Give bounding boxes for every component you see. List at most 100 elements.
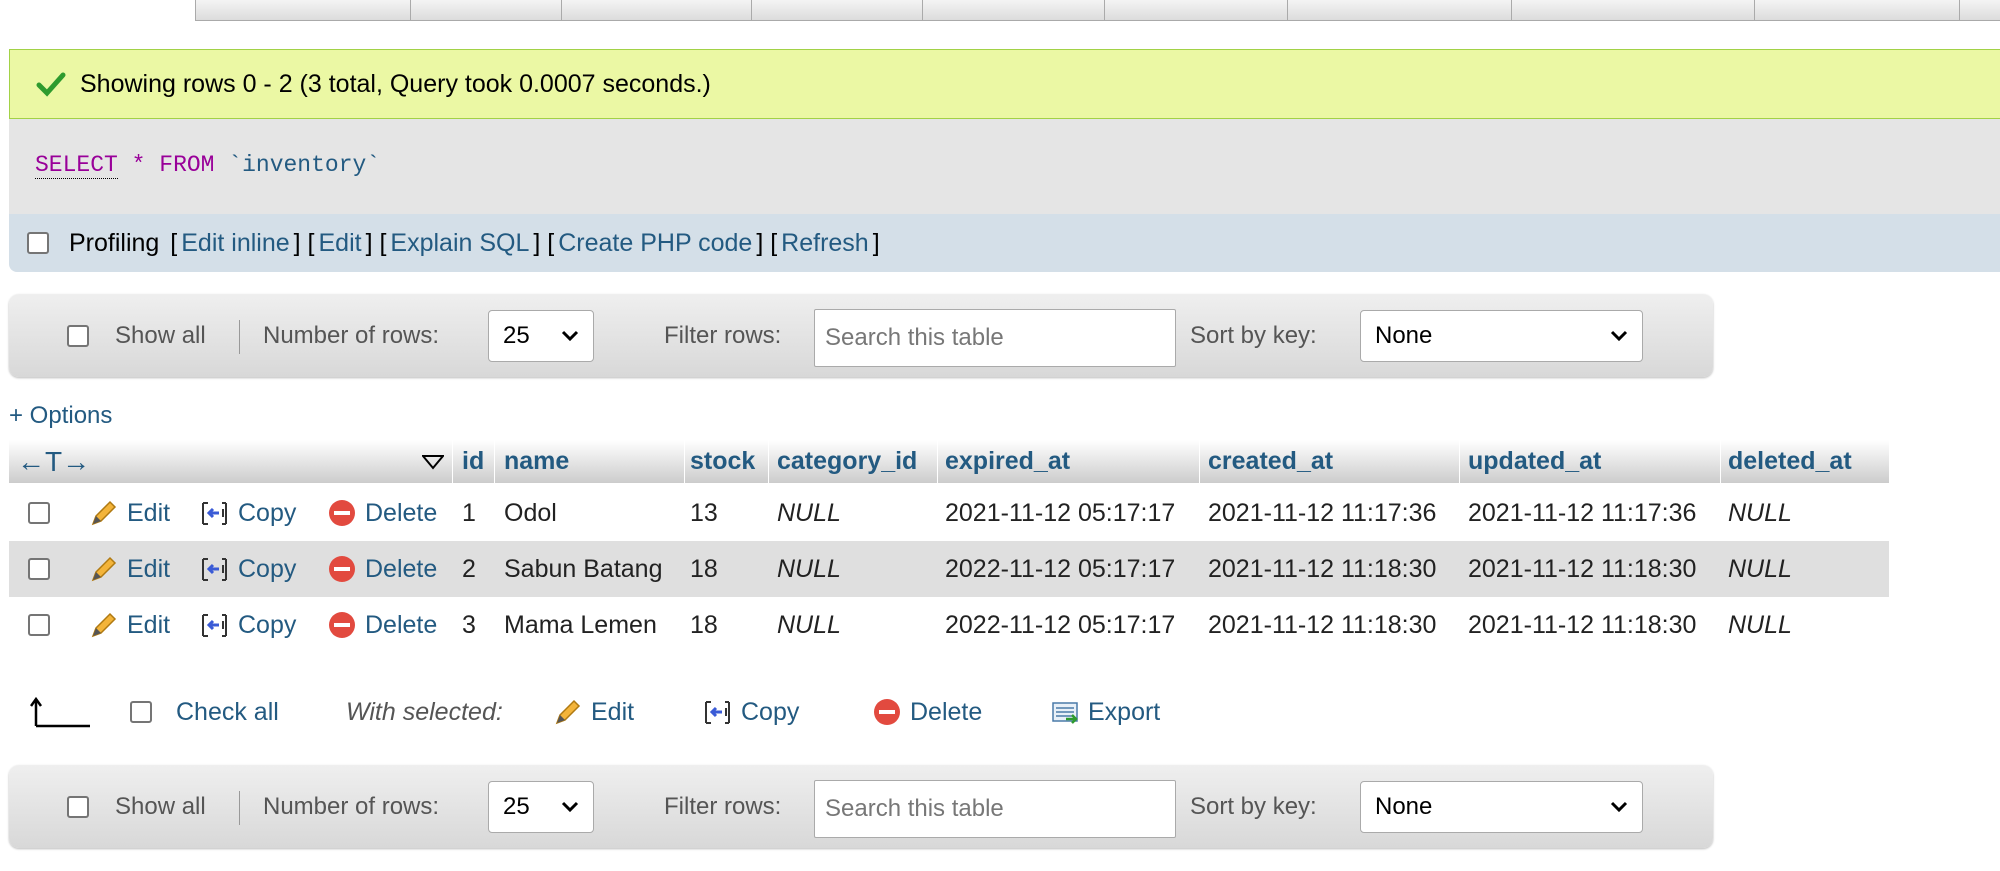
table-cell-id[interactable]: 1 — [462, 485, 476, 541]
row-edit-button[interactable]: Edit — [89, 485, 170, 541]
column-header-name[interactable]: name — [504, 440, 569, 483]
refresh-link[interactable]: Refresh — [781, 229, 869, 258]
profiling-checkbox[interactable] — [27, 232, 49, 254]
column-header-expired-at[interactable]: expired_at — [945, 440, 1070, 483]
filter-rows-input[interactable]: Search this table — [814, 309, 1176, 367]
nav-divider — [239, 320, 240, 354]
table-cell-category_id[interactable]: NULL — [777, 485, 841, 541]
edit-inline-link[interactable]: Edit inline — [181, 229, 289, 258]
number-of-rows-select[interactable]: 25 — [488, 309, 594, 362]
row-edit-button[interactable]: Edit — [89, 541, 170, 597]
column-visibility-dropdown-icon[interactable] — [422, 454, 444, 470]
table-cell-updated_at[interactable]: 2021-11-12 11:17:36 — [1468, 485, 1696, 541]
number-of-rows-value: 25 — [503, 792, 530, 820]
sort-by-key-label: Sort by key: — [1190, 321, 1317, 349]
column-header-updated-at[interactable]: updated_at — [1468, 440, 1601, 483]
row-delete-label: Delete — [365, 554, 438, 583]
table-cell-updated_at[interactable]: 2021-11-12 11:18:30 — [1468, 541, 1696, 597]
table-cell-name[interactable]: Odol — [504, 485, 557, 541]
sort-by-key-value: None — [1375, 792, 1433, 820]
row-checkbox[interactable] — [28, 558, 50, 580]
column-header-created-at[interactable]: created_at — [1208, 440, 1333, 483]
table-cell-stock[interactable]: 18 — [690, 541, 718, 597]
table-cell-created_at[interactable]: 2021-11-12 11:18:30 — [1208, 597, 1436, 653]
table-row: Edit Copy Delete 1 Odol 13 NULL 2021-11-12 05:1… — [9, 485, 1889, 541]
filter-rows-input[interactable]: Search this table — [814, 780, 1176, 838]
table-navigation-top: Show all Number of rows: 25 Filter rows:… — [9, 294, 1713, 377]
row-delete-button[interactable]: Delete — [327, 485, 437, 541]
bulk-delete-button[interactable]: Delete — [872, 680, 982, 744]
table-cell-name[interactable]: Mama Lemen — [504, 597, 657, 653]
row-copy-button[interactable]: Copy — [200, 541, 296, 597]
show-all-checkbox[interactable] — [67, 795, 89, 818]
sort-by-key-select[interactable]: None — [1360, 780, 1643, 833]
sql-select-keyword[interactable]: SELECT — [35, 152, 118, 179]
table-cell-created_at[interactable]: 2021-11-12 11:18:30 — [1208, 541, 1436, 597]
row-checkbox[interactable] — [28, 614, 50, 636]
table-cell-name[interactable]: Sabun Batang — [504, 541, 662, 597]
bulk-copy-button[interactable]: Copy — [703, 680, 799, 744]
row-edit-label: Edit — [127, 498, 171, 527]
create-php-code-link[interactable]: Create PHP code — [558, 229, 752, 258]
table-navigation-bottom: Show all Number of rows: 25 Filter rows:… — [9, 765, 1713, 848]
bulk-export-label: Export — [1088, 697, 1161, 726]
table-cell-updated_at[interactable]: 2021-11-12 11:18:30 — [1468, 597, 1696, 653]
row-copy-button[interactable]: Copy — [200, 597, 296, 653]
column-header-stock[interactable]: stock — [690, 440, 755, 483]
bulk-edit-label: Edit — [591, 697, 635, 726]
show-all-label: Show all — [115, 792, 206, 820]
edit-link[interactable]: Edit — [318, 229, 361, 258]
number-of-rows-label: Number of rows: — [263, 792, 440, 820]
show-all-label: Show all — [115, 321, 206, 349]
success-message: Showing rows 0 - 2 (3 total, Query took … — [9, 49, 2000, 119]
bulk-delete-label: Delete — [910, 697, 983, 726]
check-all-label[interactable]: Check all — [176, 680, 279, 744]
row-copy-button[interactable]: Copy — [200, 485, 296, 541]
table-row: Edit Copy Delete 2 Sabun Batang 18 NULL 2022-11… — [9, 541, 1889, 597]
row-delete-button[interactable]: Delete — [327, 597, 437, 653]
table-cell-expired_at[interactable]: 2022-11-12 05:17:17 — [945, 541, 1175, 597]
table-cell-deleted_at[interactable]: NULL — [1728, 541, 1792, 597]
chevron-down-icon — [561, 801, 579, 812]
row-copy-label: Copy — [238, 610, 297, 639]
row-delete-label: Delete — [365, 610, 438, 639]
number-of-rows-value: 25 — [503, 321, 530, 349]
table-cell-id[interactable]: 2 — [462, 541, 476, 597]
nav-divider — [239, 791, 240, 825]
row-edit-button[interactable]: Edit — [89, 597, 170, 653]
column-header-id[interactable]: id — [462, 440, 484, 483]
bulk-copy-label: Copy — [741, 697, 800, 726]
check-all-checkbox[interactable] — [130, 701, 152, 723]
column-header-deleted-at[interactable]: deleted_at — [1728, 440, 1852, 483]
table-cell-stock[interactable]: 13 — [690, 485, 718, 541]
bulk-actions-bar: Check all With selected: Edit Copy Delet… — [0, 680, 1300, 744]
table-row: Edit Copy Delete 3 Mama Lemen 18 NULL 2022-11-1… — [9, 597, 1889, 653]
explain-sql-link[interactable]: Explain SQL — [390, 229, 529, 258]
options-link[interactable]: + Options — [9, 402, 112, 430]
profiling-label: Profiling — [69, 228, 160, 257]
show-all-checkbox[interactable] — [67, 324, 89, 347]
sort-by-key-select[interactable]: None — [1360, 309, 1643, 362]
copy-icon — [202, 558, 227, 581]
number-of-rows-select[interactable]: 25 — [488, 780, 594, 833]
row-delete-button[interactable]: Delete — [327, 541, 437, 597]
table-cell-expired_at[interactable]: 2021-11-12 05:17:17 — [945, 485, 1175, 541]
table-cell-category_id[interactable]: NULL — [777, 541, 841, 597]
table-cell-id[interactable]: 3 — [462, 597, 476, 653]
column-resize-arrows-icon[interactable]: ←T→ — [17, 440, 90, 483]
chevron-down-icon — [561, 330, 579, 341]
bulk-export-button[interactable]: Export — [1050, 680, 1160, 744]
table-cell-created_at[interactable]: 2021-11-12 11:17:36 — [1208, 485, 1436, 541]
table-cell-expired_at[interactable]: 2022-11-12 05:17:17 — [945, 597, 1175, 653]
sort-by-key-label: Sort by key: — [1190, 792, 1317, 820]
filter-rows-label: Filter rows: — [664, 792, 782, 820]
column-header-category-id[interactable]: category_id — [777, 440, 917, 483]
bulk-edit-button[interactable]: Edit — [553, 680, 634, 744]
table-cell-deleted_at[interactable]: NULL — [1728, 485, 1792, 541]
row-checkbox[interactable] — [28, 502, 50, 524]
table-cell-stock[interactable]: 18 — [690, 597, 718, 653]
table-cell-category_id[interactable]: NULL — [777, 597, 841, 653]
table-cell-deleted_at[interactable]: NULL — [1728, 597, 1792, 653]
with-selected-label: With selected: — [346, 697, 503, 726]
export-icon — [1052, 702, 1078, 724]
